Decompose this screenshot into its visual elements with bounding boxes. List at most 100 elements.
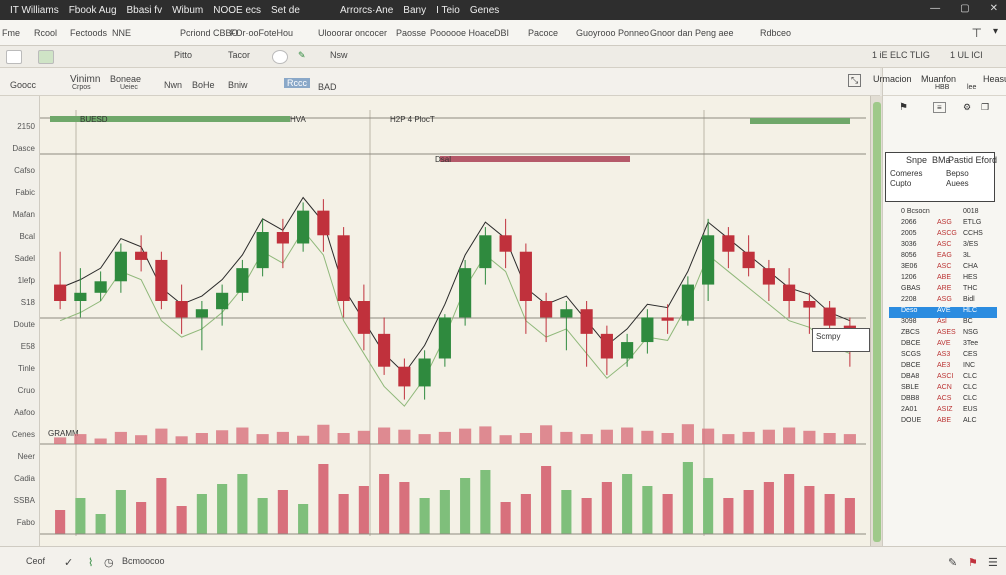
menu-item-3[interactable]: Fectoods — [70, 28, 107, 38]
menu-item-1[interactable]: Fme — [2, 28, 20, 38]
orderbook-cell: 3098 — [901, 318, 917, 325]
orderbook-row[interactable]: DBA8 ASCI CLC — [889, 373, 997, 384]
axis-label: Tinle — [17, 364, 35, 373]
orderbook-cell: AVE — [937, 307, 951, 314]
menu-icon[interactable]: ☰ — [988, 556, 998, 569]
rp-header-3[interactable]: Heasu ·nt — [983, 74, 1006, 84]
subbar-item-6[interactable]: Bniw — [228, 80, 248, 90]
orderbook-row[interactable]: DBB8 ACS CLC — [889, 395, 997, 406]
volume-bar — [399, 482, 410, 534]
volume-band-bar — [378, 427, 391, 444]
orderbook-cell: EAG — [937, 252, 952, 259]
menu-item-13[interactable]: Gnoor dan Peng aee — [650, 28, 734, 38]
pin-tool-icon[interactable]: ⚑ — [899, 102, 908, 113]
volume-bar — [622, 474, 633, 534]
rp-header-2[interactable]: Muanfon — [921, 74, 956, 84]
pencil-icon[interactable]: ✎ — [298, 50, 306, 64]
candle-body — [499, 235, 512, 252]
volume-band-bar — [438, 431, 451, 444]
tooltip-label: Scmpy — [816, 332, 841, 341]
subbar-item-1[interactable]: Goocc — [10, 80, 36, 90]
orderbook-row[interactable]: 1206 ABE HES — [889, 274, 997, 285]
orderbook-cell: DOUE — [901, 417, 922, 424]
menu-item-4[interactable]: NNE — [112, 28, 131, 38]
orderbook-cell: CLC — [963, 373, 978, 380]
subbar-item-4[interactable]: Nwn — [164, 80, 182, 90]
chevron-down-icon[interactable]: ▾ — [993, 26, 998, 37]
menu-item-12[interactable]: Guoyrooo Ponneo — [576, 28, 649, 38]
menu-item-7[interactable]: Ulooorar oncocer — [318, 28, 387, 38]
volume-bar — [703, 478, 714, 534]
subbar-item-8[interactable]: BAD — [318, 82, 337, 92]
layers-icon[interactable]: ❐ — [981, 102, 989, 113]
orderbook-row[interactable]: 3098 Asl BC — [889, 318, 997, 329]
orderbook-cell: Asl — [937, 318, 947, 325]
menu-item-8[interactable]: Paosse — [396, 28, 426, 38]
toolbar-item-2[interactable]: Tacor — [228, 50, 250, 64]
orderbook-row[interactable]: SCGS AS3 CES — [889, 351, 997, 362]
menu-item-14[interactable]: Rdbceo — [760, 28, 791, 38]
orderbook-row[interactable]: GBAS ARE THC — [889, 285, 997, 296]
volume-bar — [601, 482, 612, 534]
orderbook-cell: ASIZ — [937, 406, 953, 413]
orderbook-row[interactable]: ZBCS ASES NSG — [889, 329, 997, 340]
menu-bar: Fme Rcool Fectoods NNE Pcriond CBBO FOr·… — [0, 20, 1006, 46]
expand-icon[interactable]: ⤡ — [848, 74, 862, 87]
orderbook-row[interactable]: Deso AVE HLC — [889, 307, 997, 318]
menu-item-11[interactable]: Pacoce — [528, 28, 558, 38]
scrollbar-thumb[interactable] — [873, 102, 881, 542]
subbar-item-7[interactable]: Rccc — [284, 78, 310, 88]
status-item-2: Bcmoocoo — [122, 556, 165, 566]
menu-item-6[interactable]: FOr·ooFoteHou — [230, 28, 293, 38]
menu-item-9[interactable]: Poooooe Hoace — [430, 28, 495, 38]
minimize-icon[interactable]: — — [930, 3, 940, 14]
orderbook-row[interactable]: 3036 ASC 3/ES — [889, 241, 997, 252]
flag-icon[interactable]: ⚑ — [968, 556, 978, 569]
orderbook-cell: ASC — [937, 263, 952, 270]
rp-header-1[interactable]: Urmacion — [873, 74, 912, 84]
subbar-item-5[interactable]: BoHe — [192, 80, 215, 90]
orderbook-row[interactable]: 2208 ASG Bidl — [889, 296, 997, 307]
orderbook-row[interactable]: 2A01 ASIZ EUS — [889, 406, 997, 417]
restore-icon[interactable]: ▢ — [960, 3, 969, 14]
pin-icon[interactable]: ⊤ — [972, 26, 982, 40]
volume-bar — [257, 498, 268, 534]
pencil-status-icon[interactable]: ✎ — [948, 556, 957, 569]
clock-icon[interactable]: ◷ — [104, 556, 114, 569]
title-center-4: Genes — [469, 4, 500, 16]
grid-icon[interactable] — [6, 50, 22, 64]
orderbook-row[interactable]: 8056 EAG 3L — [889, 252, 997, 263]
orderbook-cell: 2066 — [901, 219, 917, 226]
checkmark-icon[interactable]: ✓ — [64, 556, 73, 569]
subbar-item-3[interactable]: Boneae — [110, 74, 141, 84]
close-icon[interactable]: ✕ — [990, 3, 998, 14]
candle-body — [135, 251, 148, 260]
axis-label: Fabo — [16, 518, 35, 527]
chart-type-icon[interactable] — [38, 50, 54, 64]
circle-icon[interactable] — [272, 50, 288, 64]
menu-item-10[interactable]: DBI — [494, 28, 509, 38]
list-icon[interactable]: ≡ — [933, 102, 946, 113]
orderbook-cell: ABE — [937, 274, 952, 281]
toolbar-item-1[interactable]: Pitto — [174, 50, 192, 64]
candle-body — [459, 268, 472, 318]
orderbook-cell: 2208 — [901, 296, 917, 303]
orderbook-row[interactable]: 0 Bcsocn 0018 — [889, 208, 997, 219]
price-chart[interactable]: BUESD HVA H2P 4 PlocT Dsal GRAMM Scmpy — [40, 96, 870, 546]
orderbook-row[interactable]: DBCE AE3 INC — [889, 362, 997, 373]
orderbook-row[interactable]: 3E06 ASC CHA — [889, 263, 997, 274]
orderbook-row[interactable]: 2066 ASG ETLG — [889, 219, 997, 230]
candle-body — [600, 333, 613, 359]
box-label-1: Snpe — [906, 155, 928, 165]
orderbook-row[interactable]: SBLE ACN CLC — [889, 384, 997, 395]
volume-bar — [824, 494, 835, 534]
line-tool-icon[interactable]: ⌇ — [88, 556, 93, 569]
menu-item-2[interactable]: Rcool — [34, 28, 57, 38]
orderbook-row[interactable]: 2005 ASCG CCHS — [889, 230, 997, 241]
toolbar-item-3[interactable]: Nsw — [330, 50, 348, 64]
candle-body — [702, 235, 715, 285]
orderbook-row[interactable]: DBCE AVE 3Tee — [889, 340, 997, 351]
vertical-scrollbar[interactable] — [870, 96, 882, 546]
orderbook-row[interactable]: DOUE ABE ALC — [889, 417, 997, 428]
settings-icon[interactable]: ⚙ — [963, 102, 971, 113]
